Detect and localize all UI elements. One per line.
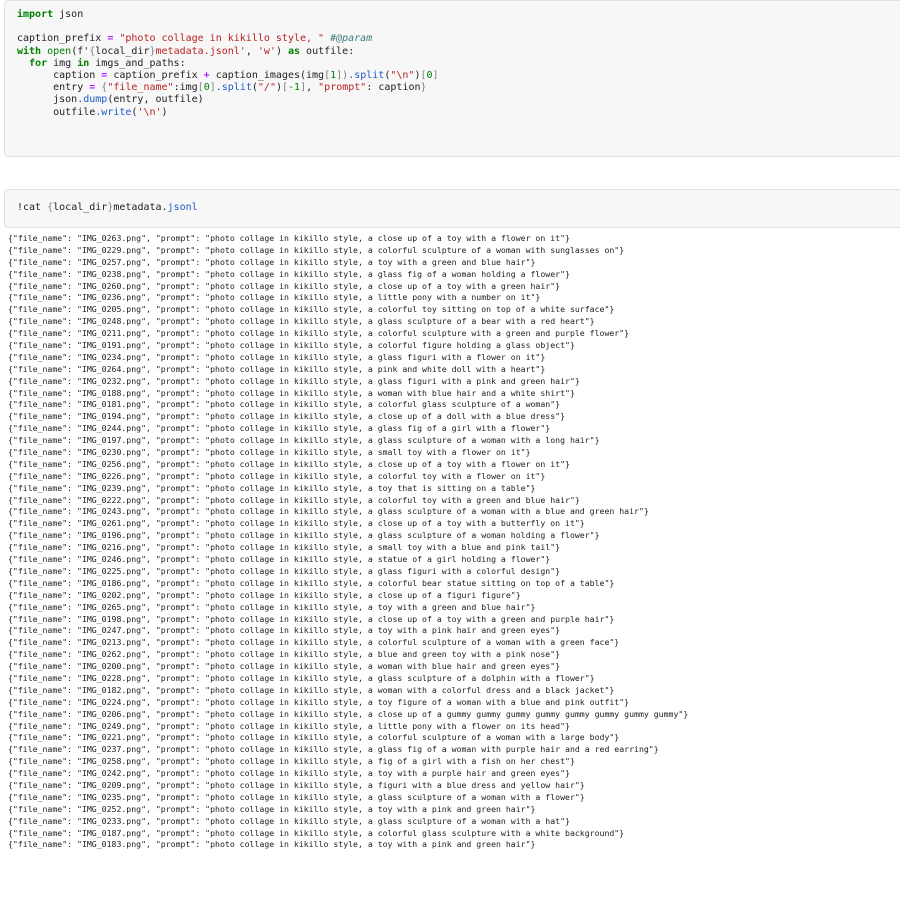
output-line: {"file_name": "IMG_0225.png", "prompt": … bbox=[8, 565, 561, 576]
code-line-1: import json bbox=[17, 9, 84, 20]
code-editor[interactable]: !cat {local_dir}metadata.jsonl bbox=[17, 202, 198, 214]
output-line: {"file_name": "IMG_0234.png", "prompt": … bbox=[8, 351, 546, 362]
output-line: {"file_name": "IMG_0221.png", "prompt": … bbox=[8, 732, 620, 743]
output-line: {"file_name": "IMG_0238.png", "prompt": … bbox=[8, 268, 570, 279]
output-line: {"file_name": "IMG_0248.png", "prompt": … bbox=[8, 316, 595, 327]
output-line: {"file_name": "IMG_0237.png", "prompt": … bbox=[8, 744, 659, 755]
output-line: {"file_name": "IMG_0196.png", "prompt": … bbox=[8, 530, 600, 541]
output-line: {"file_name": "IMG_0213.png", "prompt": … bbox=[8, 637, 620, 648]
output-line: {"file_name": "IMG_0263.png", "prompt": … bbox=[8, 233, 570, 243]
output-line: {"file_name": "IMG_0258.png", "prompt": … bbox=[8, 756, 575, 767]
output-line: {"file_name": "IMG_0242.png", "prompt": … bbox=[8, 768, 570, 779]
output-line: {"file_name": "IMG_0183.png", "prompt": … bbox=[8, 839, 536, 850]
output-line: {"file_name": "IMG_0228.png", "prompt": … bbox=[8, 672, 595, 683]
output-line: {"file_name": "IMG_0226.png", "prompt": … bbox=[8, 470, 546, 481]
output-line: {"file_name": "IMG_0257.png", "prompt": … bbox=[8, 256, 536, 267]
output-line: {"file_name": "IMG_0230.png", "prompt": … bbox=[8, 447, 531, 458]
output-line: {"file_name": "IMG_0265.png", "prompt": … bbox=[8, 601, 536, 612]
code-line-3: caption_prefix = "photo collage in kikil… bbox=[17, 33, 373, 45]
output-line: {"file_name": "IMG_0182.png", "prompt": … bbox=[8, 684, 615, 695]
output-line: {"file_name": "IMG_0206.png", "prompt": … bbox=[8, 708, 689, 719]
code-line-5: for img in imgs_and_paths: bbox=[29, 57, 186, 69]
output-line: {"file_name": "IMG_0205.png", "prompt": … bbox=[8, 304, 615, 315]
output-line: {"file_name": "IMG_0209.png", "prompt": … bbox=[8, 779, 585, 790]
output-line: {"file_name": "IMG_0222.png", "prompt": … bbox=[8, 494, 580, 505]
output-line: {"file_name": "IMG_0246.png", "prompt": … bbox=[8, 554, 551, 565]
code-line-1: !cat {local_dir}metadata.jsonl bbox=[17, 202, 198, 213]
code-editor[interactable]: import json caption_prefix = "photo coll… bbox=[17, 9, 439, 119]
code-cell-caption-writer[interactable]: import json caption_prefix = "photo coll… bbox=[4, 0, 900, 157]
output-line: {"file_name": "IMG_0181.png", "prompt": … bbox=[8, 399, 561, 410]
code-line-4: with open(f'{local_dir}metadata.jsonl', … bbox=[17, 45, 355, 57]
output-line: {"file_name": "IMG_0244.png", "prompt": … bbox=[8, 423, 551, 434]
output-line: {"file_name": "IMG_0233.png", "prompt": … bbox=[8, 815, 570, 826]
output-line: {"file_name": "IMG_0194.png", "prompt": … bbox=[8, 411, 566, 422]
output-line: {"file_name": "IMG_0188.png", "prompt": … bbox=[8, 387, 575, 398]
output-line: {"file_name": "IMG_0252.png", "prompt": … bbox=[8, 803, 536, 814]
output-line: {"file_name": "IMG_0260.png", "prompt": … bbox=[8, 280, 561, 291]
output-line: {"file_name": "IMG_0224.png", "prompt": … bbox=[8, 696, 630, 707]
output-lines: {"file_name": "IMG_0263.png", "prompt": … bbox=[8, 233, 900, 851]
output-line: {"file_name": "IMG_0247.png", "prompt": … bbox=[8, 625, 561, 636]
output-line: {"file_name": "IMG_0235.png", "prompt": … bbox=[8, 791, 585, 802]
output-line: {"file_name": "IMG_0264.png", "prompt": … bbox=[8, 363, 546, 374]
output-line: {"file_name": "IMG_0232.png", "prompt": … bbox=[8, 375, 580, 386]
code-line-9: outfile.write('\n') bbox=[53, 106, 168, 118]
output-line: {"file_name": "IMG_0197.png", "prompt": … bbox=[8, 435, 600, 446]
output-line: {"file_name": "IMG_0239.png", "prompt": … bbox=[8, 482, 536, 493]
output-line: {"file_name": "IMG_0198.png", "prompt": … bbox=[8, 613, 615, 624]
output-line: {"file_name": "IMG_0200.png", "prompt": … bbox=[8, 661, 561, 672]
output-line: {"file_name": "IMG_0229.png", "prompt": … bbox=[8, 244, 625, 255]
output-line: {"file_name": "IMG_0202.png", "prompt": … bbox=[8, 589, 521, 600]
output-line: {"file_name": "IMG_0211.png", "prompt": … bbox=[8, 328, 630, 339]
cell-output: {"file_name": "IMG_0263.png", "prompt": … bbox=[8, 233, 900, 919]
code-line-7: entry = {"file_name":img[0].split("/")[-… bbox=[53, 82, 427, 94]
code-line-6: caption = caption_prefix + caption_image… bbox=[53, 70, 439, 82]
output-line: {"file_name": "IMG_0187.png", "prompt": … bbox=[8, 827, 625, 838]
code-line-8: json.dump(entry, outfile) bbox=[53, 94, 204, 106]
output-line: {"file_name": "IMG_0256.png", "prompt": … bbox=[8, 458, 570, 469]
output-line: {"file_name": "IMG_0216.png", "prompt": … bbox=[8, 542, 561, 553]
output-line: {"file_name": "IMG_0191.png", "prompt": … bbox=[8, 340, 575, 351]
output-line: {"file_name": "IMG_0262.png", "prompt": … bbox=[8, 649, 561, 660]
output-line: {"file_name": "IMG_0261.png", "prompt": … bbox=[8, 518, 585, 529]
output-line: {"file_name": "IMG_0186.png", "prompt": … bbox=[8, 577, 615, 588]
code-cell-cat-metadata[interactable]: !cat {local_dir}metadata.jsonl bbox=[4, 189, 900, 228]
output-line: {"file_name": "IMG_0243.png", "prompt": … bbox=[8, 506, 649, 517]
output-line: {"file_name": "IMG_0236.png", "prompt": … bbox=[8, 292, 541, 303]
output-line: {"file_name": "IMG_0249.png", "prompt": … bbox=[8, 720, 570, 731]
